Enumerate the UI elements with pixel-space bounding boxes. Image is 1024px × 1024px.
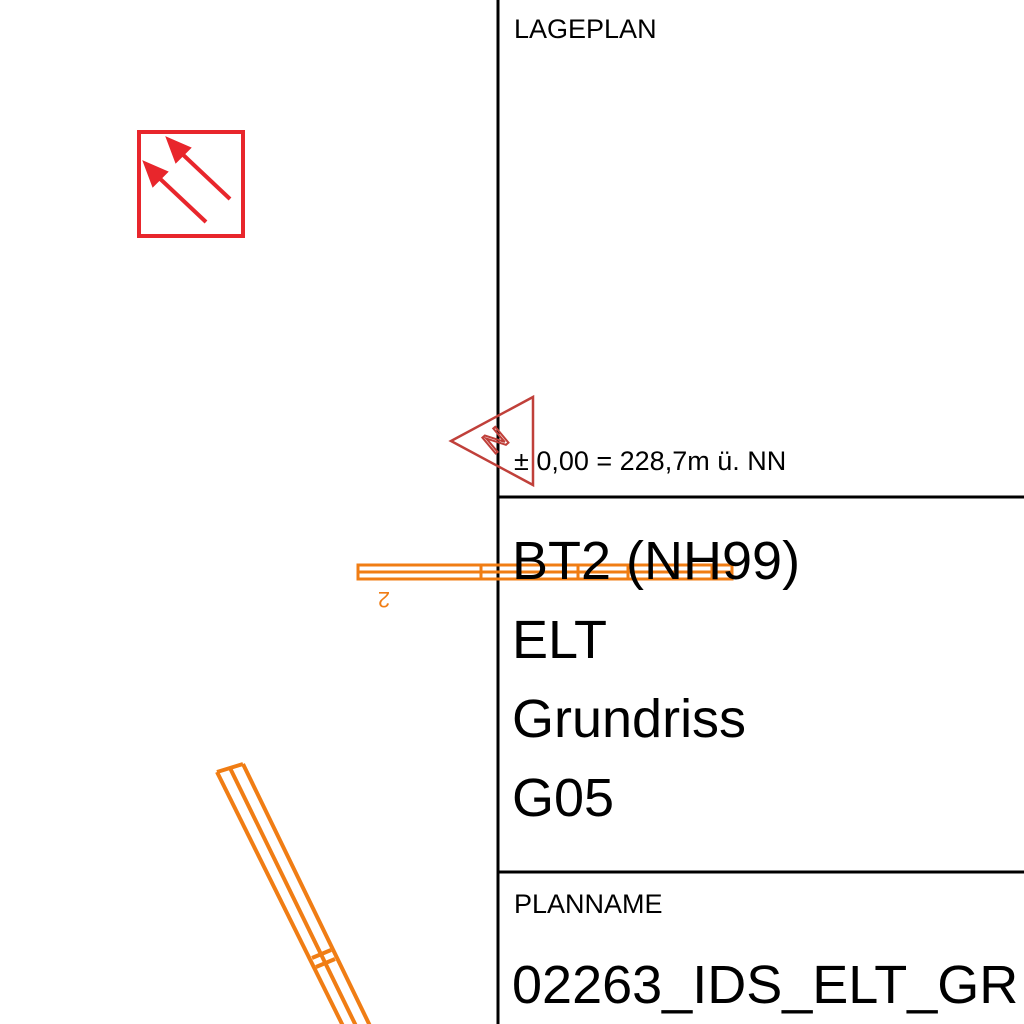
- escape-direction-sign-icon: [137, 130, 245, 238]
- project-line-plan-code: G05: [512, 768, 615, 828]
- level-note: ± 0,00 = 228,7m ü. NN: [514, 446, 787, 476]
- project-line-plan-type: Grundriss: [512, 689, 747, 749]
- lageplan-label: LAGEPLAN: [514, 14, 657, 44]
- plan-drawing: N 2: [137, 0, 1024, 1024]
- project-line-discipline: ELT: [512, 610, 608, 670]
- project-line-building: BT2 (NH99): [512, 531, 801, 591]
- planname-value: 02263_IDS_ELT_GR: [512, 955, 1019, 1015]
- diagonal-cable-duct: [215, 762, 372, 1024]
- planname-label: PLANNAME: [514, 889, 663, 919]
- duct-label: 2: [378, 587, 390, 612]
- north-arrow-label: N: [477, 421, 515, 460]
- title-block-frame: [496, 0, 1024, 1024]
